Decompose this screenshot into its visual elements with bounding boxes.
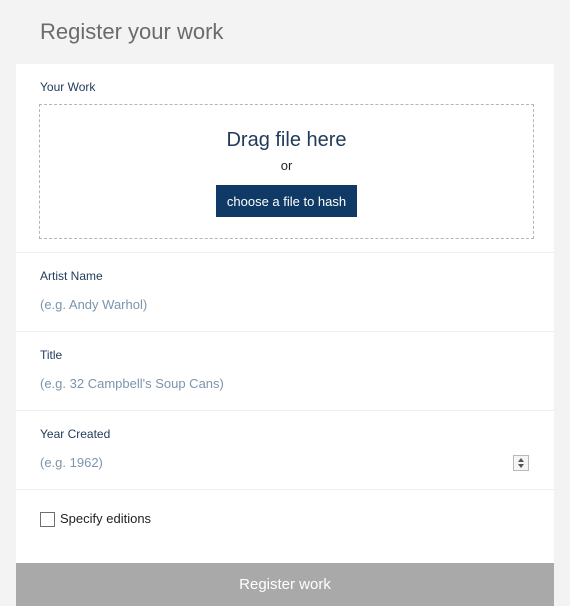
stepper-up-icon[interactable] <box>518 458 524 462</box>
title-input[interactable] <box>40 372 530 394</box>
specify-editions-checkbox[interactable] <box>40 512 55 527</box>
page-title: Register your work <box>40 19 224 44</box>
work-section: Your Work Drag file here or choose a fil… <box>16 64 554 253</box>
your-work-label: Your Work <box>40 80 96 94</box>
artist-section: Artist Name <box>16 252 554 332</box>
drop-zone-title: Drag file here <box>226 129 347 151</box>
drop-zone-or: or <box>280 158 293 173</box>
specify-editions-label[interactable]: Specify editions <box>60 511 151 526</box>
title-label: Title <box>40 348 63 362</box>
file-drop-zone[interactable]: Drag file here or choose a file to hash <box>39 104 534 239</box>
title-section: Title <box>16 331 554 411</box>
register-form: Your Work Drag file here or choose a fil… <box>16 64 554 563</box>
year-created-input[interactable] <box>40 451 500 473</box>
choose-file-button[interactable]: choose a file to hash <box>216 185 357 217</box>
artist-name-label: Artist Name <box>40 269 103 283</box>
artist-name-input[interactable] <box>40 293 530 315</box>
year-created-label: Year Created <box>40 427 111 441</box>
year-section: Year Created <box>16 410 554 490</box>
stepper-down-icon[interactable] <box>518 464 524 468</box>
register-work-button[interactable]: Register work <box>16 563 554 606</box>
year-stepper[interactable] <box>513 455 529 471</box>
